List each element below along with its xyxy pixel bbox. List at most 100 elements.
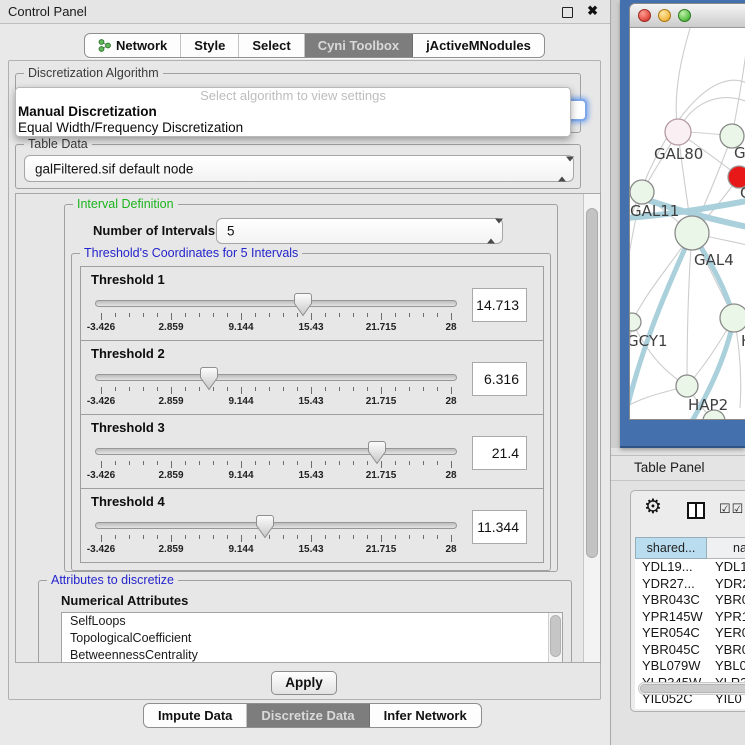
- table-row[interactable]: YDR27...YDR2: [635, 576, 745, 593]
- window-close-button[interactable]: [638, 9, 651, 22]
- apply-button[interactable]: Apply: [271, 671, 337, 695]
- attribute-item-topologicalcoefficient[interactable]: TopologicalCoefficient: [62, 630, 562, 647]
- slider-thumb[interactable]: [199, 366, 219, 391]
- tick-mark: [129, 387, 130, 391]
- tick-label: 28: [445, 544, 456, 555]
- algorithm-options-container: Manual DiscretizationEqual Width/Frequen…: [16, 104, 570, 136]
- tick-mark: [451, 387, 452, 394]
- algorithm-placeholder-option[interactable]: Select algorithm to view settings: [16, 88, 570, 104]
- number-of-intervals-combobox[interactable]: 5: [216, 218, 503, 244]
- tick-mark: [353, 535, 354, 539]
- node-gal80[interactable]: [665, 119, 691, 145]
- tick-mark: [437, 313, 438, 317]
- tick-mark: [143, 535, 144, 539]
- float-window-icon[interactable]: [562, 7, 573, 18]
- node-table-header: shared... na: [635, 537, 745, 559]
- tick-label: 28: [445, 396, 456, 407]
- node-table: shared... na YDL19...YDL1YDR27...YDR2YBR…: [635, 537, 745, 699]
- svg-text:GAL80: GAL80: [654, 145, 703, 163]
- window-minimize-button[interactable]: [658, 9, 671, 22]
- tick-mark: [115, 313, 116, 317]
- tick-mark: [199, 535, 200, 539]
- table-row[interactable]: YBL079WYBL0: [635, 658, 745, 675]
- table-row[interactable]: YBR043CYBR0: [635, 592, 745, 609]
- tick-mark: [423, 313, 424, 317]
- column-header-name[interactable]: na: [707, 537, 745, 559]
- table-horizontal-scrollbar-thumb[interactable]: [640, 684, 745, 693]
- tab-network[interactable]: Network: [85, 34, 181, 57]
- cell-name: YBR0: [707, 592, 745, 609]
- window-zoom-button[interactable]: [678, 9, 691, 22]
- threshold-slider-1[interactable]: -3.4262.8599.14415.4321.71528: [95, 291, 457, 339]
- slider-thumb[interactable]: [293, 292, 313, 317]
- tick-mark: [381, 387, 382, 394]
- tab-bar: NetworkStyleSelectCyni ToolboxjActiveMNo…: [84, 33, 545, 58]
- attribute-item-betweennesscentrality[interactable]: BetweennessCentrality: [62, 647, 562, 663]
- node-gal11[interactable]: [630, 180, 654, 204]
- table-row[interactable]: YER054CYER0: [635, 625, 745, 642]
- threshold-slider-3[interactable]: -3.4262.8599.14415.4321.71528: [95, 439, 457, 487]
- tick-mark: [367, 313, 368, 317]
- column-header-shared-name[interactable]: shared...: [635, 537, 707, 559]
- algorithm-option-equal-width-frequency-discretization[interactable]: Equal Width/Frequency Discretization: [16, 120, 570, 136]
- tick-mark: [101, 313, 102, 320]
- attribute-item-selfloops[interactable]: SelfLoops: [62, 613, 562, 630]
- tick-mark: [423, 461, 424, 465]
- tick-mark: [437, 461, 438, 465]
- slider-thumb[interactable]: [367, 440, 387, 465]
- close-icon[interactable]: ✖: [587, 3, 598, 19]
- tick-mark: [129, 313, 130, 317]
- cell-shared-name: YBL079W: [635, 658, 707, 675]
- checkbox-icon[interactable]: ☑: [719, 501, 732, 516]
- network-canvas[interactable]: GAL80 GA C GAL11 GAL4 GCY1 H HAP2: [630, 28, 745, 419]
- threshold-value-field[interactable]: 6.316: [472, 362, 527, 396]
- interval-definition-label: Interval Definition: [73, 197, 178, 211]
- bottom-tab-discretize-data[interactable]: Discretize Data: [247, 704, 369, 727]
- algorithm-option-manual-discretization[interactable]: Manual Discretization: [16, 104, 570, 120]
- slider-thumb[interactable]: [255, 514, 275, 539]
- tick-mark: [325, 313, 326, 317]
- node-hap2[interactable]: [676, 375, 698, 397]
- svg-text:C: C: [740, 184, 745, 202]
- table-row[interactable]: YBR045CYBR0: [635, 642, 745, 659]
- tick-label: 15.43: [298, 322, 323, 333]
- table-row[interactable]: YDL19...YDL1: [635, 559, 745, 576]
- threshold-value-field[interactable]: 21.4: [472, 436, 527, 470]
- gear-icon[interactable]: ⚙: [644, 497, 662, 517]
- columns-icon[interactable]: [687, 502, 705, 519]
- node-gal4[interactable]: [675, 216, 709, 250]
- node-h[interactable]: [720, 304, 745, 332]
- table-data-combobox[interactable]: galFiltered.sif default node: [24, 155, 574, 182]
- bottom-tab-infer-network[interactable]: Infer Network: [370, 704, 481, 727]
- select-columns-icons[interactable]: ☑☑: [719, 501, 744, 517]
- tick-mark: [451, 535, 452, 542]
- svg-text:GAL4: GAL4: [694, 251, 734, 269]
- node-gcy1[interactable]: [630, 313, 641, 331]
- numerical-attributes-list[interactable]: SelfLoopsTopologicalCoefficientBetweenne…: [61, 612, 563, 663]
- threshold-value-field[interactable]: 14.713: [472, 288, 527, 322]
- tick-mark: [227, 535, 228, 539]
- threshold-slider-4[interactable]: -3.4262.8599.14415.4321.71528: [95, 513, 457, 561]
- attributes-scrollbar[interactable]: [548, 613, 562, 663]
- tab-style[interactable]: Style: [181, 34, 239, 57]
- attributes-scrollbar-thumb[interactable]: [550, 615, 561, 657]
- threshold-value-field[interactable]: 11.344: [472, 510, 527, 544]
- settings-scrollbar[interactable]: [583, 194, 600, 662]
- tick-mark: [101, 387, 102, 394]
- table-horizontal-scrollbar[interactable]: [638, 682, 745, 695]
- settings-scrollbar-thumb[interactable]: [586, 208, 598, 558]
- screen: Control Panel ✖ NetworkStyleSelectCyni T…: [0, 0, 745, 745]
- tick-mark: [451, 461, 452, 468]
- threshold-slider-2[interactable]: -3.4262.8599.14415.4321.71528: [95, 365, 457, 413]
- bottom-tab-impute-data[interactable]: Impute Data: [144, 704, 247, 727]
- checkbox-icon[interactable]: ☑: [732, 501, 745, 516]
- tab-select[interactable]: Select: [239, 34, 304, 57]
- table-row[interactable]: YPR145WYPR1: [635, 609, 745, 626]
- tab-jactivemnodules[interactable]: jActiveMNodules: [413, 34, 544, 57]
- tick-mark: [339, 461, 340, 465]
- tick-mark: [227, 387, 228, 391]
- tick-mark: [409, 313, 410, 317]
- tick-mark: [353, 461, 354, 465]
- tick-mark: [437, 535, 438, 539]
- tab-cyni-toolbox[interactable]: Cyni Toolbox: [305, 34, 413, 57]
